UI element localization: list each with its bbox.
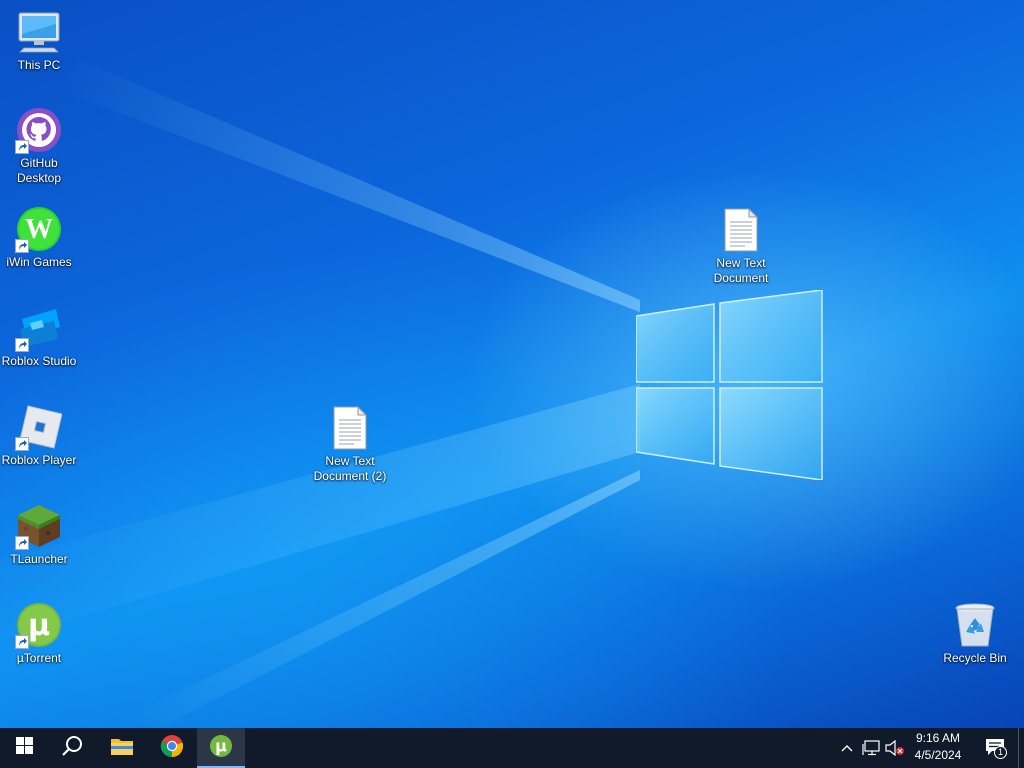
search-button[interactable] [48,728,96,768]
desktop-icon-label: µTorrent [16,651,62,665]
utorrent-icon: µ [209,734,233,763]
roblox-studio-icon [15,304,63,352]
search-icon [61,735,83,762]
github-desktop-icon [15,106,63,154]
clock-time: 9:16 AM [915,731,961,745]
desktop-icon-tlauncher[interactable]: TLauncher [0,502,78,567]
notification-icon: 1 [985,738,1007,759]
shortcut-arrow-icon [15,239,29,253]
taskbar-file-explorer[interactable] [98,728,146,768]
desktop[interactable]: This PC GitHub Desktop W iWin Games Robl… [0,0,1024,728]
roblox-player-icon [15,403,63,451]
svg-text:W: W [25,214,53,245]
desktop-icon-label: iWin Games [6,255,72,269]
taskbar-utorrent[interactable]: µ [197,728,245,768]
text-document-icon [717,206,765,254]
shortcut-arrow-icon [15,338,29,352]
windows-logo-wallpaper [636,290,823,480]
action-center-button[interactable]: 1 [982,728,1010,768]
desktop-icon-label: Roblox Player [1,453,77,467]
windows-start-icon [15,737,33,759]
desktop-icon-label: Roblox Studio [1,354,77,368]
desktop-icon-label: GitHub Desktop [16,156,62,185]
desktop-icon-recycle-bin[interactable]: Recycle Bin [936,601,1014,666]
monitor-icon [15,8,63,56]
start-button[interactable] [0,728,48,768]
shortcut-arrow-icon [15,635,29,649]
desktop-icon-github-desktop[interactable]: GitHub Desktop [0,106,78,186]
desktop-icon-new-text-document-2[interactable]: New Text Document (2) [311,404,389,484]
recycle-bin-icon [951,601,999,649]
desktop-icon-utorrent[interactable]: µ µTorrent [0,601,78,666]
text-document-icon [326,404,374,452]
show-desktop-button[interactable] [1018,728,1024,768]
desktop-icon-label: TLauncher [10,552,68,566]
tlauncher-icon [15,502,63,550]
desktop-icon-roblox-player[interactable]: Roblox Player [0,403,78,468]
desktop-icon-label: Recycle Bin [943,651,1007,665]
chrome-icon [160,734,184,763]
shortcut-arrow-icon [15,437,29,451]
desktop-icon-new-text-document[interactable]: New Text Document [702,206,780,286]
taskbar: µ 9:16 AM 4/5/2024 1 [0,728,1024,768]
desktop-icon-label: This PC [17,58,61,72]
network-icon[interactable] [861,738,881,758]
desktop-icon-label: New Text Document [713,256,769,285]
desktop-icon-iwin-games[interactable]: W iWin Games [0,205,78,270]
shortcut-arrow-icon [15,536,29,550]
desktop-icon-this-pc[interactable]: This PC [0,8,78,73]
svg-text:µ: µ [28,608,50,643]
folder-icon [110,736,134,761]
desktop-icon-label: New Text Document (2) [313,454,387,483]
utorrent-icon: µ [15,601,63,649]
volume-muted-icon[interactable] [885,738,905,758]
desktop-icon-roblox-studio[interactable]: Roblox Studio [0,304,78,369]
notification-count-badge: 1 [994,746,1007,759]
chevron-up-icon[interactable] [837,738,857,758]
iwin-games-icon: W [15,205,63,253]
shortcut-arrow-icon [15,140,29,154]
wallpaper-light-beams [0,60,640,728]
system-clock[interactable]: 9:16 AM 4/5/2024 [906,730,970,766]
taskbar-chrome[interactable] [148,728,196,768]
svg-text:µ: µ [215,736,227,755]
clock-date: 4/5/2024 [914,748,962,762]
